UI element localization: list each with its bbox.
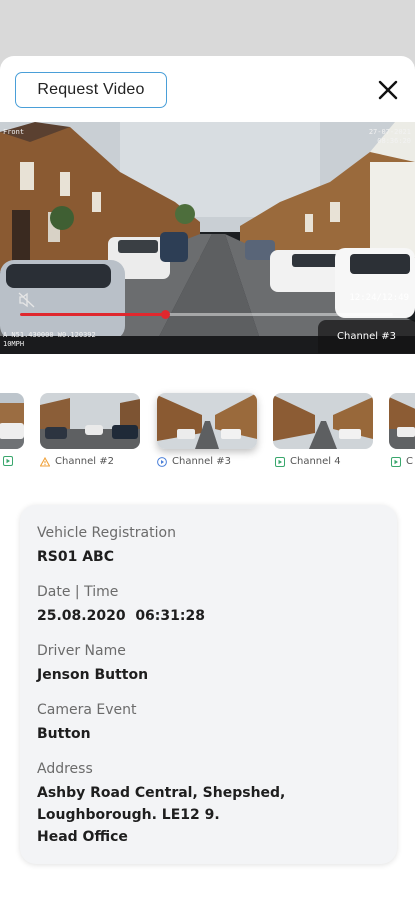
osd-date-time: 27-07-2021 08:36:20 bbox=[369, 128, 411, 146]
channel-label-text: Channel 4 bbox=[290, 456, 341, 467]
field-label: Camera Event bbox=[37, 702, 137, 718]
driver-name-field: Driver Name Jenson Button bbox=[37, 642, 380, 686]
channel-label-5[interactable]: C bbox=[391, 456, 413, 467]
video-detail-sheet: Request Video Front 27-07-2021 08:36:20 … bbox=[0, 56, 415, 900]
field-label: Date | Time bbox=[37, 584, 119, 600]
field-label: Address bbox=[37, 761, 93, 777]
address-line: Head Office bbox=[37, 829, 128, 845]
field-label: Vehicle Registration bbox=[37, 525, 176, 541]
channel-label-4[interactable]: Channel 4 bbox=[275, 456, 341, 467]
osd-gps-speed: A N51.430000 W0.120392 10MPH bbox=[3, 331, 96, 349]
field-value: Button bbox=[37, 726, 91, 742]
osd-time: 08:36:20 bbox=[377, 137, 411, 145]
camera-event-field: Camera Event Button bbox=[37, 701, 380, 745]
date-time-field: Date | Time 25.08.2020 06:31:28 bbox=[37, 583, 380, 627]
osd-speed: 10MPH bbox=[3, 340, 25, 348]
channel-label-3[interactable]: Channel #3 bbox=[157, 456, 231, 467]
channel-thumbnail[interactable] bbox=[40, 393, 140, 449]
channel-label[interactable] bbox=[3, 456, 13, 466]
field-value: Jenson Button bbox=[37, 667, 149, 683]
channel-badge: Channel #3 bbox=[318, 320, 415, 353]
channel-label-text: C bbox=[406, 456, 413, 467]
address-line: Ashby Road Central, Shepshed, bbox=[37, 785, 286, 801]
close-icon[interactable] bbox=[376, 78, 400, 102]
address-value: Ashby Road Central, Shepshed, Loughborou… bbox=[37, 782, 380, 848]
event-details-card: Vehicle Registration RS01 ABC Date | Tim… bbox=[20, 505, 397, 864]
field-value: RS01 ABC bbox=[37, 549, 114, 565]
video-player[interactable]: Front 27-07-2021 08:36:20 A N51.430000 W… bbox=[0, 122, 415, 354]
address-field: Address Ashby Road Central, Shepshed, Lo… bbox=[37, 760, 380, 848]
channel-thumbnail-active[interactable] bbox=[157, 393, 257, 449]
channel-thumbnail[interactable] bbox=[389, 393, 415, 449]
channel-label-text: Channel #2 bbox=[55, 456, 114, 467]
progress-fill bbox=[20, 313, 166, 316]
play-circle-icon bbox=[157, 456, 167, 467]
osd-date: 27-07-2021 bbox=[368, 128, 411, 136]
play-icon bbox=[391, 456, 401, 467]
play-icon bbox=[3, 456, 13, 466]
video-progress-bar[interactable] bbox=[20, 310, 393, 319]
channel-thumbnail-strip[interactable]: Channel #2 Channel #3 Channel 4 C bbox=[0, 389, 415, 479]
muted-speaker-icon[interactable] bbox=[18, 292, 36, 308]
vehicle-registration-field: Vehicle Registration RS01 ABC bbox=[37, 524, 380, 568]
playback-time: 12:24/12:49 bbox=[349, 293, 409, 303]
channel-thumbnail[interactable] bbox=[0, 393, 24, 449]
channel-label-text: Channel #3 bbox=[172, 456, 231, 467]
warning-icon bbox=[40, 456, 50, 467]
channel-label-2[interactable]: Channel #2 bbox=[40, 456, 114, 467]
field-label: Driver Name bbox=[37, 643, 126, 659]
field-value: 25.08.2020 06:31:28 bbox=[37, 608, 205, 624]
osd-gps: A N51.430000 W0.120392 bbox=[3, 331, 96, 339]
osd-camera-name: Front bbox=[3, 128, 25, 136]
request-video-button[interactable]: Request Video bbox=[15, 72, 167, 108]
channel-thumbnail[interactable] bbox=[273, 393, 373, 449]
play-icon bbox=[275, 456, 285, 467]
address-line: Loughborough. LE12 9. bbox=[37, 807, 220, 823]
